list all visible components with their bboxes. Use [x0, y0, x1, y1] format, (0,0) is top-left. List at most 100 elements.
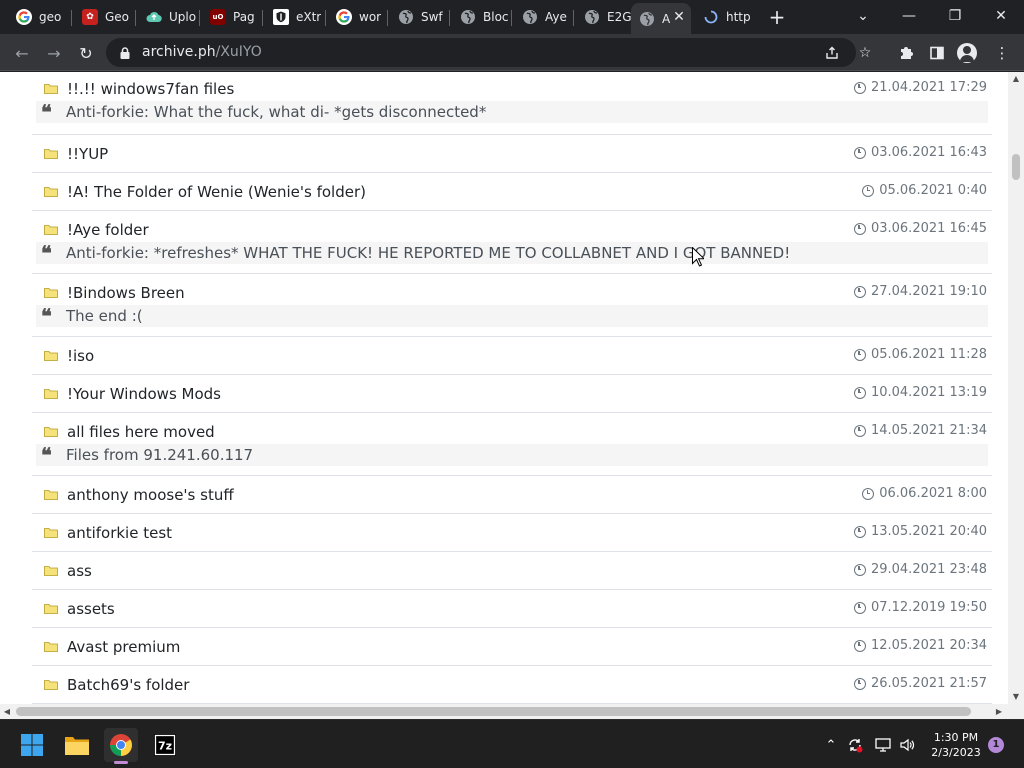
tab-separator — [135, 10, 136, 26]
date-text: 05.06.2021 11:28 — [870, 347, 987, 362]
tab-12[interactable]: http — [695, 3, 753, 31]
tab-9[interactable]: Aye — [514, 3, 572, 31]
scrollbar-thumb[interactable] — [1012, 154, 1020, 180]
tab-2[interactable]: ✿ Geo — [74, 3, 132, 31]
close-window-button[interactable]: ✕ — [978, 0, 1024, 32]
folder-name-link[interactable]: !!.!! windows7fan files — [67, 80, 234, 98]
folder-name-link[interactable]: antiforkie test — [67, 524, 172, 542]
globe-icon — [460, 9, 476, 25]
lock-icon[interactable] — [118, 45, 132, 59]
date-text: 03.06.2021 16:45 — [870, 221, 987, 236]
close-tab-icon[interactable]: ✕ — [671, 9, 687, 25]
modified-date: 05.06.2021 0:40 — [862, 183, 987, 198]
globe-icon — [584, 9, 600, 25]
share-icon[interactable] — [822, 43, 842, 63]
forward-button[interactable]: → — [40, 39, 68, 67]
url-text[interactable]: archive.ph/XuIYO — [142, 44, 262, 60]
windows-taskbar: 7z ⌃ 1:30 PM 2/3/2023 1 — [0, 719, 1024, 768]
list-item[interactable]: !Bindows Breen 27.04.2021 19:10 ❝ The end… — [32, 274, 992, 337]
horizontal-scrollbar[interactable]: ◀ ▶ — [0, 704, 1024, 719]
list-item[interactable]: ass 29.04.2021 23:48 — [32, 552, 992, 590]
new-tab-button[interactable]: + — [765, 6, 789, 28]
sync-alert-icon[interactable] — [846, 736, 864, 754]
modified-date: 27.04.2021 19:10 — [853, 284, 987, 299]
folder-name-link[interactable]: !Your Windows Mods — [67, 385, 221, 403]
7zip-icon[interactable]: 7z — [148, 728, 182, 762]
scroll-down-arrow-icon[interactable]: ▼ — [1008, 690, 1024, 704]
tab-7[interactable]: Swf — [390, 3, 448, 31]
back-button[interactable]: ← — [8, 39, 36, 67]
tab-search-chevron-down-icon[interactable]: ⌄ — [840, 0, 886, 32]
tab-10[interactable]: E2G — [576, 3, 631, 31]
modified-date: 06.06.2021 8:00 — [862, 486, 987, 501]
list-item[interactable]: assets 07.12.2019 19:50 — [32, 590, 992, 628]
quote-icon: ❝ — [41, 241, 52, 265]
list-item[interactable]: !iso 05.06.2021 11:28 — [32, 337, 992, 375]
browser-tab-strip: geo ✿ Geo Uplo uO Pag eXtr wor Swf Bloc … — [0, 0, 1024, 34]
list-item[interactable]: !!.!! windows7fan files 21.04.2021 17:29… — [32, 72, 992, 135]
profile-avatar-icon[interactable] — [957, 43, 977, 63]
scrollbar-thumb[interactable] — [16, 707, 971, 716]
folder-name-link[interactable]: anthony moose's stuff — [67, 486, 234, 504]
list-item[interactable]: anthony moose's stuff 06.06.2021 8:00 — [32, 476, 992, 514]
restore-button[interactable]: ❐ — [932, 0, 978, 32]
file-explorer-icon[interactable] — [60, 728, 94, 762]
date-text: 26.05.2021 21:57 — [870, 676, 987, 691]
date-text: 03.06.2021 16:43 — [870, 145, 987, 160]
list-item[interactable]: !A! The Folder of Wenie (Wenie's folder)… — [32, 173, 992, 211]
folder-name-link[interactable]: !Bindows Breen — [67, 284, 185, 302]
minimize-button[interactable]: — — [886, 0, 932, 32]
tab-4[interactable]: uO Pag — [202, 3, 260, 31]
list-item[interactable]: Batch69's folder 26.05.2021 21:57 — [32, 666, 992, 704]
folder-name-link[interactable]: Avast premium — [67, 638, 180, 656]
list-item[interactable]: !!YUP 03.06.2021 16:43 — [32, 135, 992, 173]
volume-icon[interactable] — [898, 736, 916, 754]
clock-date: 2/3/2023 — [931, 746, 981, 759]
folder-name-link[interactable]: ass — [67, 562, 92, 580]
folder-icon — [44, 565, 58, 576]
mouse-cursor-icon — [692, 247, 704, 267]
windows-start-icon[interactable] — [15, 728, 49, 762]
notification-badge[interactable]: 1 — [988, 737, 1004, 753]
system-clock[interactable]: 1:30 PM 2/3/2023 — [928, 730, 984, 760]
modified-date: 05.06.2021 11:28 — [853, 347, 987, 362]
bookmark-star-icon[interactable]: ☆ — [855, 43, 875, 63]
list-item[interactable]: all files here moved 14.05.2021 21:34 ❝ F… — [32, 413, 992, 476]
folder-name-link[interactable]: !Aye folder — [67, 221, 149, 239]
side-panel-icon[interactable] — [923, 39, 951, 67]
list-item[interactable]: !Aye folder 03.06.2021 16:45 ❝ Anti-forki… — [32, 211, 992, 274]
tab-5[interactable]: eXtr — [265, 3, 323, 31]
list-item[interactable]: antiforkie test 13.05.2021 20:40 — [32, 514, 992, 552]
tab-6[interactable]: wor — [328, 3, 386, 31]
tab-title: Bloc — [483, 10, 509, 24]
folder-name-link[interactable]: Batch69's folder — [67, 676, 189, 694]
folder-icon — [44, 186, 58, 197]
list-item[interactable]: !Your Windows Mods 10.04.2021 13:19 — [32, 375, 992, 413]
scroll-right-arrow-icon[interactable]: ▶ — [992, 704, 1006, 719]
scroll-left-arrow-icon[interactable]: ◀ — [0, 704, 14, 719]
reload-button[interactable]: ↻ — [72, 39, 100, 67]
tab-3[interactable]: Uplo — [138, 3, 196, 31]
folder-name-link[interactable]: assets — [67, 600, 115, 618]
folder-name-link[interactable]: all files here moved — [67, 423, 215, 441]
address-bar[interactable]: archive.ph/XuIYO ☆ — [106, 38, 871, 67]
folder-name-link[interactable]: !!YUP — [67, 145, 108, 163]
tab-11-active[interactable]: A ✕ — [631, 3, 691, 34]
date-text: 10.04.2021 13:19 — [870, 385, 987, 400]
globe-icon — [639, 11, 655, 27]
network-icon[interactable] — [874, 736, 892, 754]
list-item[interactable]: Avast premium 12.05.2021 20:34 — [32, 628, 992, 666]
more-menu-icon[interactable]: ⋮ — [988, 39, 1016, 67]
scroll-up-arrow-icon[interactable]: ▲ — [1008, 72, 1024, 86]
extensions-puzzle-icon[interactable] — [892, 39, 920, 67]
folder-name-link[interactable]: !A! The Folder of Wenie (Wenie's folder) — [67, 183, 366, 201]
chrome-icon[interactable] — [104, 728, 138, 764]
show-hidden-icons-chevron-up-icon[interactable]: ⌃ — [822, 736, 840, 754]
vertical-scrollbar[interactable]: ▲ ▼ — [1008, 72, 1024, 704]
clock-icon — [853, 677, 866, 690]
folder-name-link[interactable]: !iso — [67, 347, 94, 365]
tab-8[interactable]: Bloc — [452, 3, 510, 31]
loading-spinner-icon — [703, 9, 719, 25]
tab-1[interactable]: geo — [8, 3, 66, 31]
modified-date: 26.05.2021 21:57 — [853, 676, 987, 691]
